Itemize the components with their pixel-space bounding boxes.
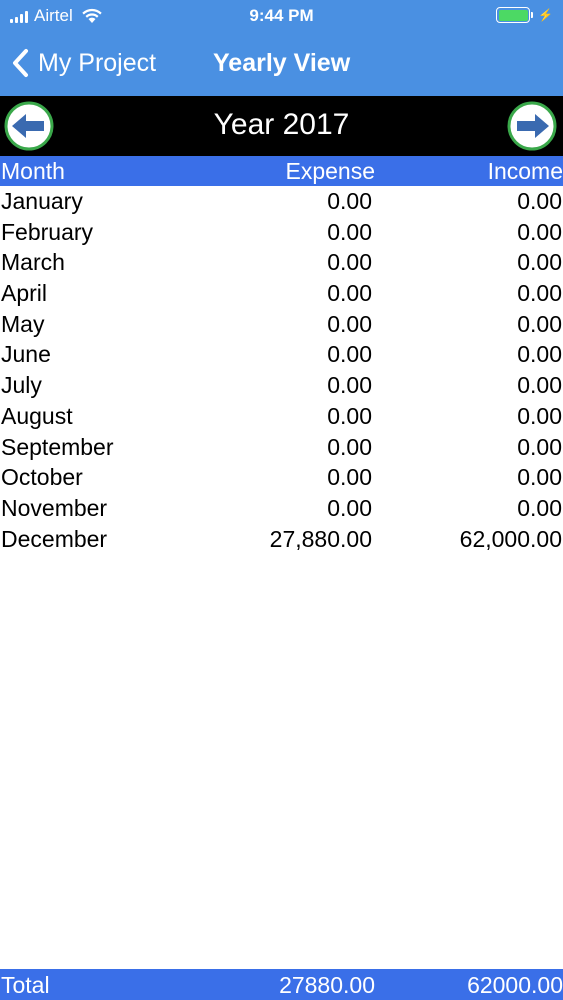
expense-total: 27880.00	[279, 972, 375, 998]
expense-cell: 27,880.00	[269, 525, 372, 552]
next-year-button[interactable]	[507, 101, 557, 151]
back-button-label: My Project	[38, 48, 157, 77]
expense-cell: 0.00	[327, 341, 372, 368]
income-cell: 0.00	[517, 464, 562, 491]
month-cell: March	[1, 249, 65, 276]
total-label: Total	[1, 972, 50, 998]
month-cell: August	[1, 402, 73, 429]
expense-cell: 0.00	[327, 249, 372, 276]
month-cell: October	[1, 464, 83, 491]
table-row[interactable]: June 0.00 0.00	[0, 339, 563, 370]
back-button[interactable]: My Project	[10, 48, 156, 78]
expense-cell: 0.00	[327, 433, 372, 460]
month-cell: April	[1, 280, 48, 307]
month-cell: February	[1, 218, 94, 245]
income-cell: 0.00	[517, 402, 562, 429]
month-cell: September	[1, 433, 114, 460]
expense-cell: 0.00	[327, 494, 372, 521]
table-row[interactable]: August 0.00 0.00	[0, 401, 563, 432]
income-cell: 0.00	[517, 372, 562, 399]
charging-bolt-icon: ⚡	[538, 8, 553, 22]
column-header-month: Month	[1, 158, 65, 184]
expense-cell: 0.00	[327, 188, 372, 214]
income-cell: 0.00	[517, 280, 562, 307]
table-row[interactable]: September 0.00 0.00	[0, 432, 563, 463]
month-cell: May	[1, 310, 45, 337]
income-cell: 0.00	[517, 188, 562, 214]
table-header: Month Expense Income	[0, 156, 563, 186]
income-cell: 62,000.00	[459, 525, 562, 552]
table-row[interactable]: April 0.00 0.00	[0, 278, 563, 309]
table-row[interactable]: December 27,880.00 62,000.00	[0, 524, 563, 555]
battery-icon	[496, 7, 531, 23]
battery-cap	[531, 12, 534, 18]
expense-cell: 0.00	[327, 372, 372, 399]
income-total: 62000.00	[467, 972, 563, 998]
income-cell: 0.00	[517, 433, 562, 460]
month-cell: December	[1, 525, 108, 552]
table-row[interactable]: October 0.00 0.00	[0, 462, 563, 493]
table-row[interactable]: May 0.00 0.00	[0, 309, 563, 340]
page-title: Yearly View	[213, 49, 351, 77]
month-cell: July	[1, 372, 42, 399]
table-row[interactable]: January 0.00 0.00	[0, 186, 563, 217]
table-row[interactable]: March 0.00 0.00	[0, 247, 563, 278]
arrow-right-circle-icon	[507, 101, 557, 151]
month-table: January 0.00 0.00 February 0.00 0.00 Mar…	[0, 186, 563, 554]
income-cell: 0.00	[517, 310, 562, 337]
table-row[interactable]: November 0.00 0.00	[0, 493, 563, 524]
column-header-expense: Expense	[285, 158, 375, 184]
income-cell: 0.00	[517, 218, 562, 245]
year-title: Year 2017	[213, 108, 350, 141]
status-bar: Airtel 9:44 PM ⚡	[0, 0, 563, 34]
expense-cell: 0.00	[327, 402, 372, 429]
navigation-bar: My Project Yearly View	[0, 40, 563, 88]
expense-cell: 0.00	[327, 464, 372, 491]
month-cell: January	[1, 188, 83, 214]
status-time: 9:44 PM	[249, 6, 314, 25]
chevron-left-icon	[13, 49, 28, 77]
income-cell: 0.00	[517, 341, 562, 368]
month-cell: June	[1, 341, 51, 368]
month-cell: November	[1, 494, 108, 521]
income-cell: 0.00	[517, 249, 562, 276]
income-cell: 0.00	[517, 494, 562, 521]
expense-cell: 0.00	[327, 280, 372, 307]
expense-cell: 0.00	[327, 310, 372, 337]
totals-footer: Total 27880.00 62000.00	[0, 969, 563, 1000]
table-row[interactable]: July 0.00 0.00	[0, 370, 563, 401]
year-bar: Year 2017	[0, 96, 563, 156]
app-header: Airtel 9:44 PM ⚡ My Project Yearly View	[0, 0, 563, 96]
column-header-income: Income	[487, 158, 563, 184]
expense-cell: 0.00	[327, 218, 372, 245]
table-row[interactable]: February 0.00 0.00	[0, 217, 563, 248]
